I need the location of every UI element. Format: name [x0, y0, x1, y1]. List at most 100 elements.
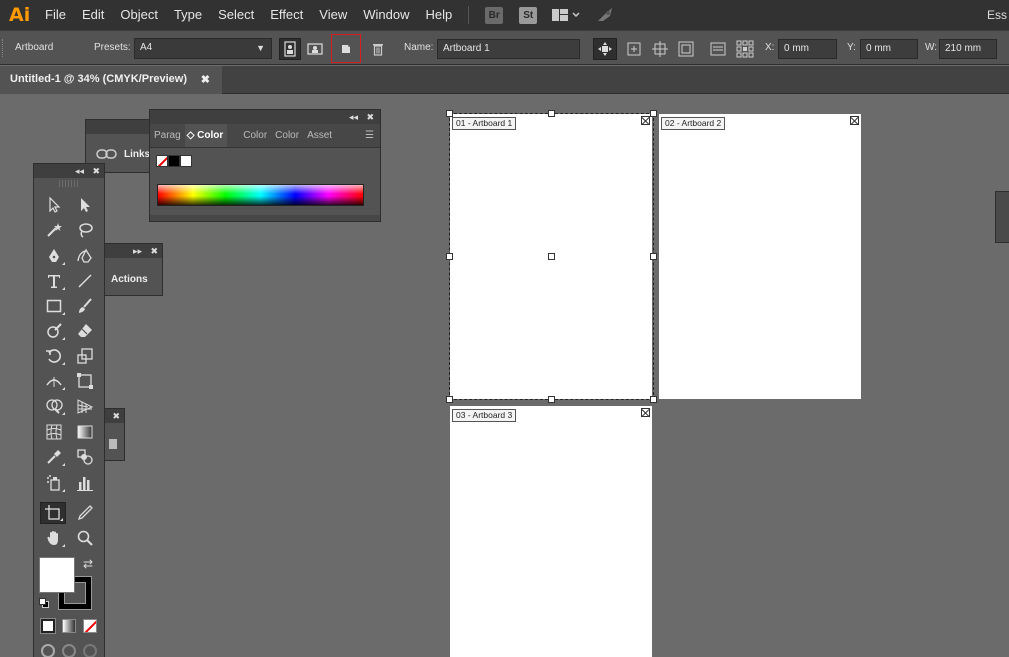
menu-effect[interactable]: Effect: [262, 0, 311, 30]
artboard-name-input[interactable]: Artboard 1: [437, 39, 580, 59]
control-bar-grip[interactable]: [2, 39, 5, 57]
tools-panel-grip[interactable]: [59, 180, 79, 187]
center-point-handle[interactable]: [548, 253, 555, 260]
menu-file[interactable]: File: [37, 0, 74, 30]
tab-color-themes[interactable]: Color: [271, 124, 303, 147]
workspace-switcher[interactable]: Ess: [987, 0, 1009, 30]
scale-tool[interactable]: [72, 345, 98, 367]
shaper-tool[interactable]: [41, 320, 67, 342]
links-panel-tab[interactable]: Links: [96, 148, 150, 160]
pen-tool[interactable]: [41, 245, 67, 267]
color-panel-header[interactable]: ◂◂ ✖: [150, 110, 380, 124]
white-swatch[interactable]: [180, 155, 192, 167]
hand-tool[interactable]: [41, 527, 67, 549]
links-panel-header[interactable]: [86, 120, 154, 134]
right-collapsed-panel[interactable]: [995, 191, 1009, 243]
landscape-button[interactable]: [304, 38, 326, 60]
perspective-grid-tool[interactable]: [72, 395, 98, 417]
free-transform-tool[interactable]: [72, 370, 98, 392]
curvature-tool[interactable]: [72, 245, 98, 267]
menu-select[interactable]: Select: [210, 0, 262, 30]
tab-color-guide[interactable]: Color: [239, 124, 271, 147]
default-fill-stroke-icon[interactable]: [39, 598, 49, 608]
collapse-icon[interactable]: ◂◂: [75, 164, 84, 178]
fill-swatch[interactable]: [39, 557, 75, 593]
close-icon[interactable]: ✖: [150, 244, 158, 258]
resize-handle-bottom-right[interactable]: [650, 396, 657, 403]
type-tool[interactable]: [41, 270, 67, 292]
menu-edit[interactable]: Edit: [74, 0, 112, 30]
draw-inside-icon[interactable]: [83, 644, 97, 657]
actions-panel-header[interactable]: ▸▸ ✖: [105, 244, 162, 258]
paintbrush-tool[interactable]: [72, 295, 98, 317]
selection-tool[interactable]: [41, 194, 67, 216]
stock-button[interactable]: St: [519, 6, 538, 24]
resize-handle-bottom[interactable]: [548, 396, 555, 403]
new-artboard-button[interactable]: [331, 34, 361, 63]
artboard-close-icon[interactable]: [641, 116, 650, 125]
artboard-close-icon[interactable]: [641, 408, 650, 417]
width-tool[interactable]: [41, 370, 67, 392]
none-swatch[interactable]: [156, 155, 168, 167]
y-input[interactable]: 0 mm: [860, 39, 918, 59]
move-copy-artwork-button[interactable]: [593, 38, 617, 60]
lasso-tool[interactable]: [72, 219, 98, 241]
menu-object[interactable]: Object: [112, 0, 166, 30]
resize-handle-bottom-left[interactable]: [446, 396, 453, 403]
close-icon[interactable]: ✖: [112, 409, 120, 423]
gpu-performance-button[interactable]: [595, 6, 617, 24]
show-center-mark-button[interactable]: [623, 38, 645, 60]
color-mode-button[interactable]: [40, 618, 56, 634]
draw-normal-icon[interactable]: [41, 644, 55, 657]
rotate-tool[interactable]: [41, 345, 67, 367]
tools-panel-header[interactable]: ◂◂ ✖: [34, 164, 104, 178]
tab-asset-export[interactable]: Asset: [303, 124, 336, 147]
gradient-tool[interactable]: [72, 421, 98, 443]
close-icon[interactable]: ✖: [366, 110, 374, 124]
artboard-2[interactable]: 02 - Artboard 2: [659, 114, 861, 399]
panel-menu-icon[interactable]: ☰: [361, 124, 380, 147]
tab-paragraph[interactable]: Parag: [150, 124, 185, 147]
width-input[interactable]: 210 mm: [939, 39, 997, 59]
close-icon[interactable]: ✖: [201, 73, 210, 86]
resize-handle-top-right[interactable]: [650, 110, 657, 117]
stub-header[interactable]: ✖: [105, 409, 124, 423]
collapsed-panel-stub[interactable]: ✖: [104, 408, 125, 461]
presets-dropdown[interactable]: A4 ▼: [134, 38, 272, 59]
resize-handle-left[interactable]: [446, 253, 453, 260]
eraser-tool[interactable]: [72, 320, 98, 342]
reference-point-button[interactable]: [734, 38, 756, 60]
rectangle-tool[interactable]: [41, 295, 67, 317]
show-cross-hairs-button[interactable]: [649, 38, 671, 60]
tab-color[interactable]: ◇ Color: [184, 124, 228, 147]
expand-icon[interactable]: ▸▸: [133, 244, 142, 258]
x-input[interactable]: 0 mm: [778, 39, 837, 59]
menu-help[interactable]: Help: [417, 0, 460, 30]
artboard-3[interactable]: 03 - Artboard 3: [450, 406, 652, 657]
menu-view[interactable]: View: [311, 0, 355, 30]
artboard-options-button[interactable]: [707, 38, 729, 60]
blend-tool[interactable]: [72, 446, 98, 468]
artboard-tool[interactable]: [40, 502, 66, 524]
close-icon[interactable]: ✖: [92, 164, 100, 178]
document-tab[interactable]: Untitled-1 @ 34% (CMYK/Preview) ✖: [0, 66, 222, 94]
menu-window[interactable]: Window: [355, 0, 417, 30]
artboard-close-icon[interactable]: [850, 116, 859, 125]
zoom-tool[interactable]: [72, 527, 98, 549]
none-mode-button[interactable]: [83, 619, 97, 633]
slice-tool[interactable]: [72, 502, 98, 524]
resize-handle-top[interactable]: [548, 110, 555, 117]
actions-label[interactable]: Actions: [111, 274, 148, 285]
symbol-sprayer-tool[interactable]: [41, 472, 67, 494]
gradient-mode-button[interactable]: [62, 619, 76, 633]
shape-builder-tool[interactable]: [41, 395, 67, 417]
show-video-safe-areas-button[interactable]: [675, 38, 697, 60]
delete-artboard-button[interactable]: [367, 38, 389, 60]
portrait-button[interactable]: [279, 38, 301, 60]
color-spectrum[interactable]: [157, 184, 364, 206]
column-graph-tool[interactable]: [72, 472, 98, 494]
color-panel-resize-grip[interactable]: [150, 215, 380, 221]
magic-wand-tool[interactable]: [41, 219, 67, 241]
canvas[interactable]: 01 - Artboard 1 02 - Artboard 2 03 - Art…: [0, 95, 1009, 657]
line-segment-tool[interactable]: [72, 270, 98, 292]
